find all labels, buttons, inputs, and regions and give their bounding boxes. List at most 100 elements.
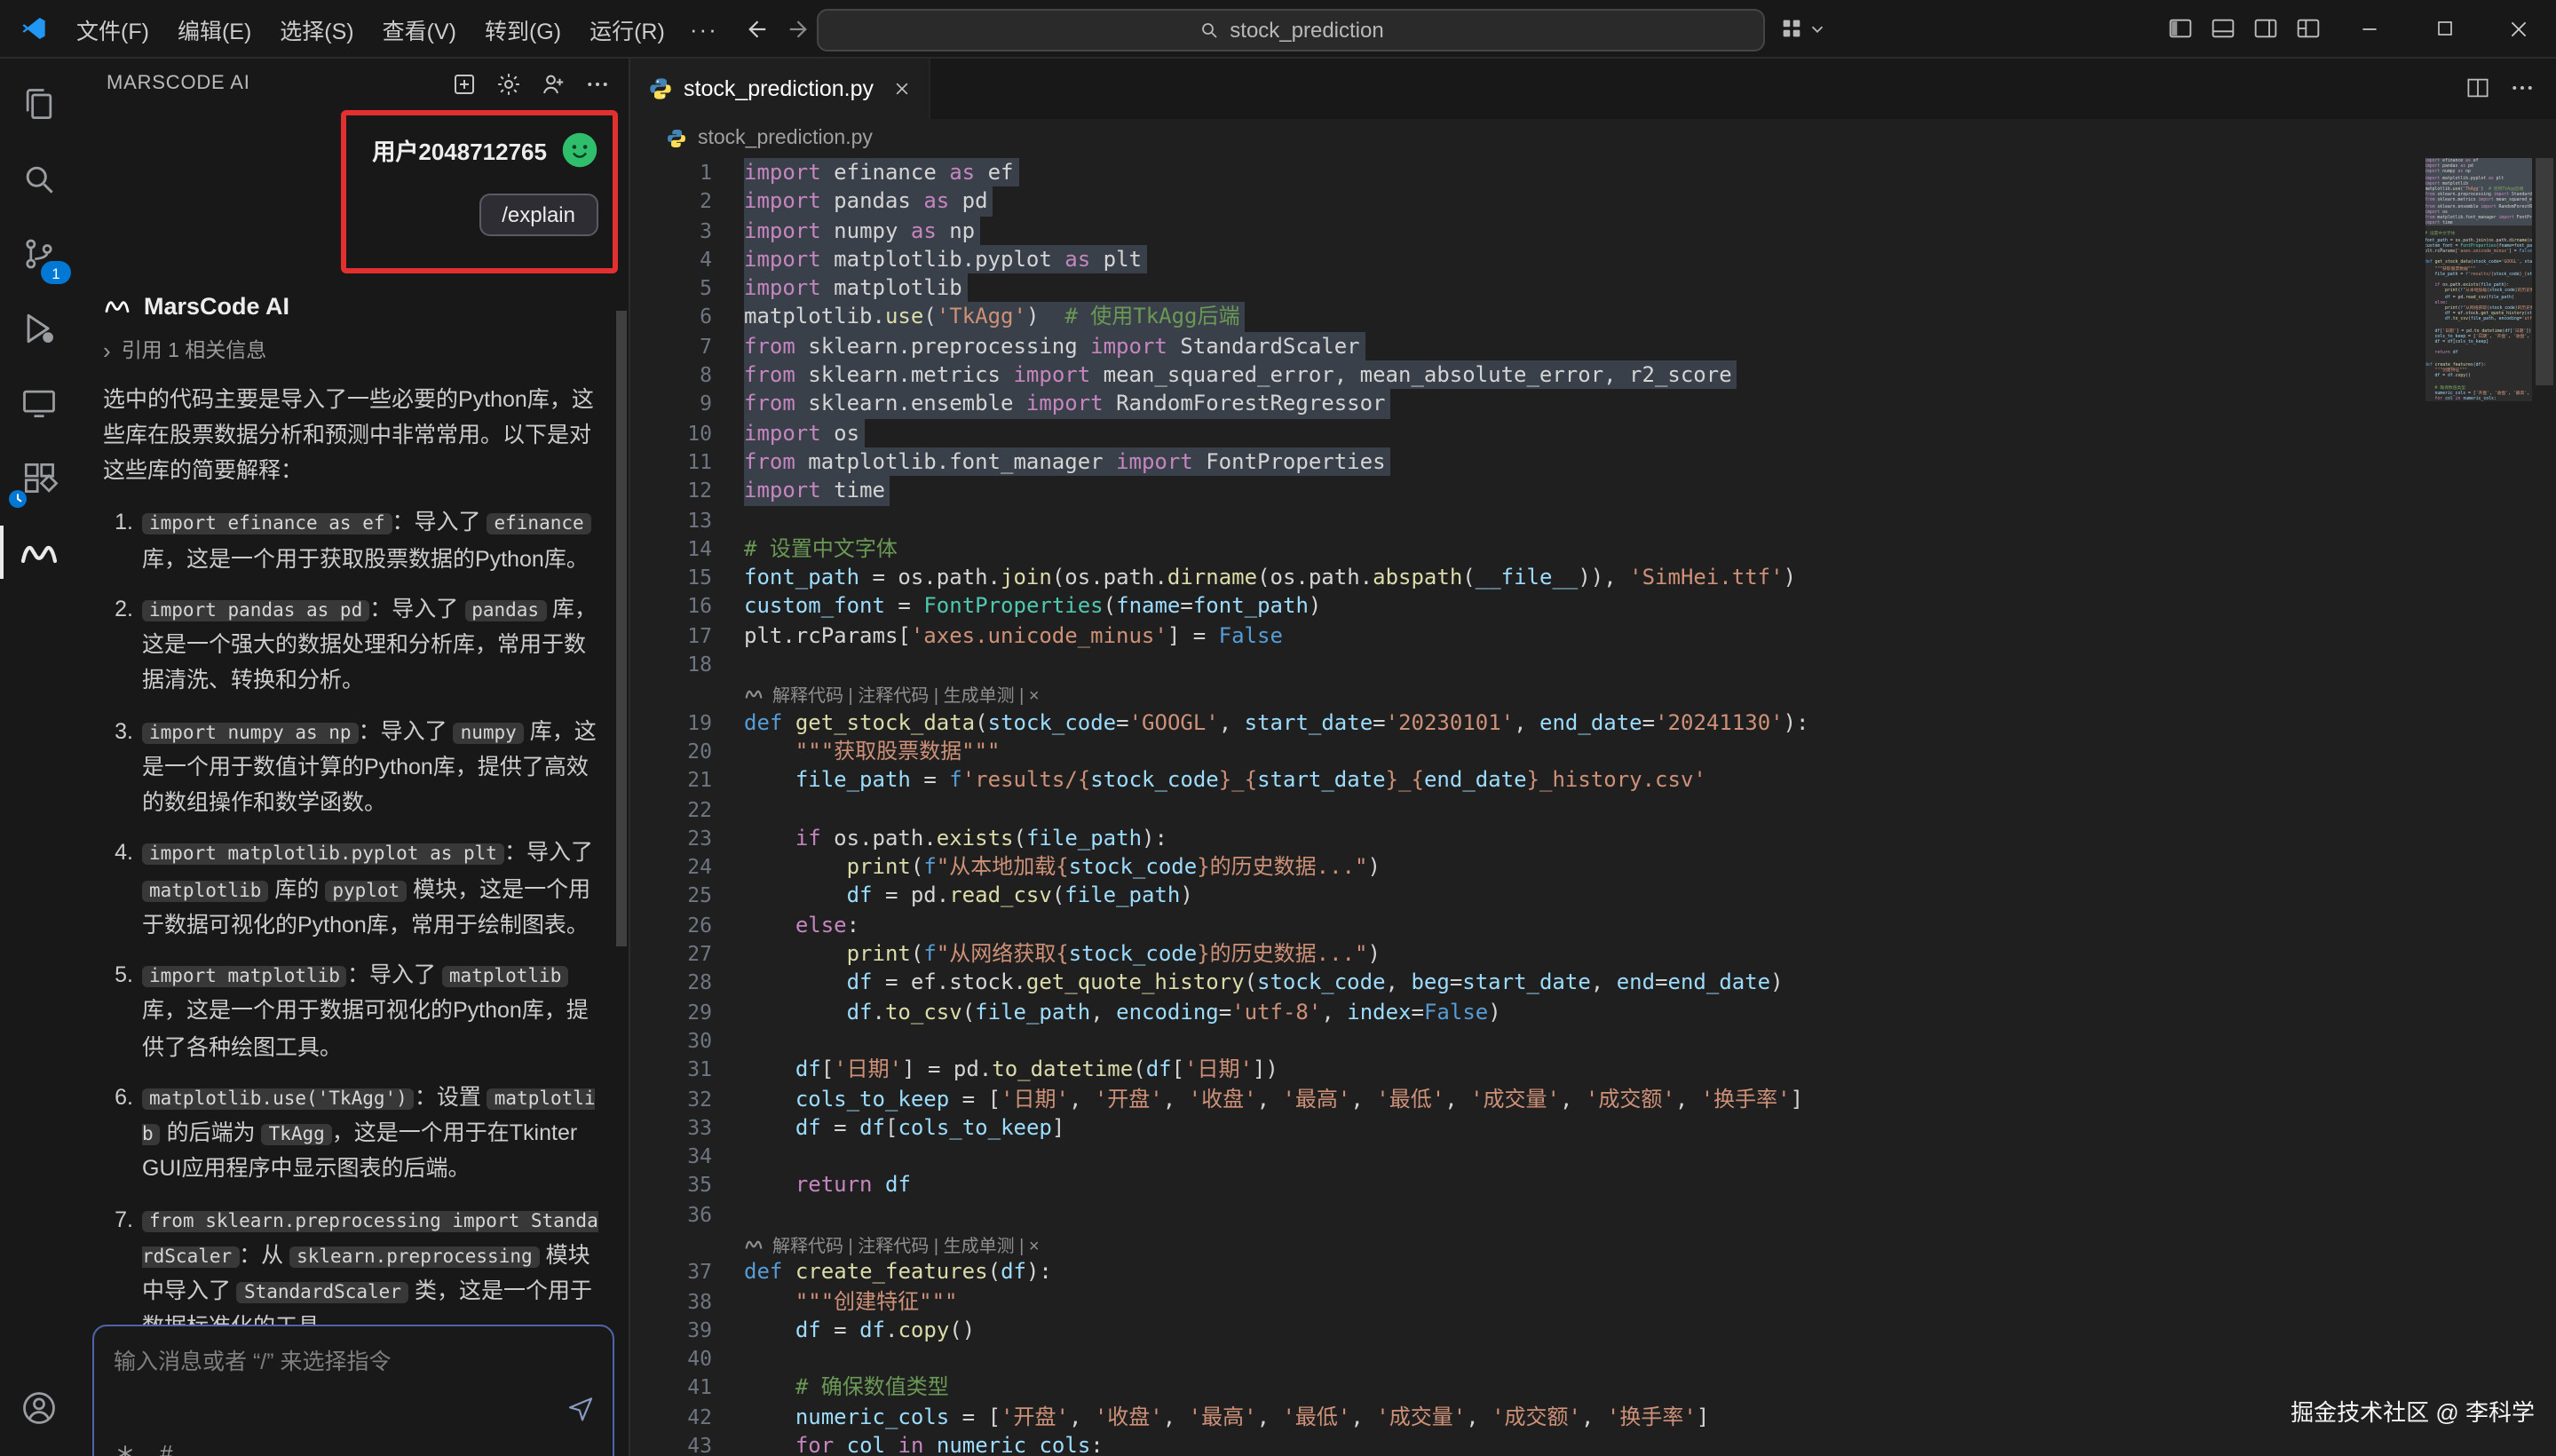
item-number: 6.: [103, 1080, 133, 1188]
tab-label: stock_prediction.py: [684, 76, 874, 101]
activity-extensions-icon[interactable]: [0, 440, 78, 515]
line-number: 7: [630, 332, 744, 361]
window-controls: [2332, 0, 2556, 57]
line-number: 13: [630, 505, 744, 534]
new-chat-icon[interactable]: [451, 70, 478, 97]
item-number: 3.: [103, 713, 133, 821]
codelens-actions[interactable]: 解释代码 | 注释代码 | 生成单测 | ×: [630, 679, 2396, 708]
code-line: 27 print(f"从网络获取{stock_code}的历史数据..."): [630, 939, 2396, 969]
panel-heading: MarsCode AI: [103, 291, 604, 320]
invite-user-icon[interactable]: [540, 70, 566, 97]
line-number: 32: [630, 1084, 744, 1113]
chat-input-tools: #: [114, 1440, 172, 1456]
close-button[interactable]: [2481, 0, 2556, 57]
more-actions-icon[interactable]: [584, 70, 611, 97]
code-line: 23 if os.path.exists(file_path):: [630, 824, 2396, 853]
menu-item-1[interactable]: 编辑(E): [163, 6, 265, 51]
more-editor-actions-icon[interactable]: [2508, 75, 2535, 101]
scrollbar-thumb[interactable]: [2535, 158, 2552, 385]
activity-remote-explorer-icon[interactable]: [0, 366, 78, 440]
line-number: 35: [630, 1171, 744, 1200]
code-line: 38 """创建特征""": [630, 1286, 2396, 1316]
code-line: 41 # 确保数值类型: [630, 1373, 2396, 1403]
explanation-item: 7.from sklearn.preprocessing import Stan…: [103, 1201, 604, 1345]
code-line: 5import matplotlib: [630, 273, 2396, 303]
line-number: 29: [630, 997, 744, 1026]
profile-grid-icon: [1779, 16, 1804, 41]
line-number: 22: [630, 795, 744, 824]
chat-input-placeholder: 输入消息或者 “/” 来选择指令: [94, 1326, 613, 1376]
menu-item-4[interactable]: 转到(G): [471, 6, 575, 51]
line-number: 24: [630, 852, 744, 882]
minimap-slider[interactable]: [2425, 158, 2531, 401]
codelens-actions[interactable]: 解释代码 | 注释代码 | 生成单测 | ×: [630, 1229, 2396, 1258]
reference-toggle[interactable]: › 引用 1 相关信息: [103, 336, 604, 364]
toggle-panel-icon[interactable]: [2208, 14, 2236, 43]
menu-item-3[interactable]: 查看(V): [368, 6, 471, 51]
tab-stock-prediction[interactable]: stock_prediction.py: [630, 57, 930, 119]
annotation-highlight: 用户2048712765 /explain: [341, 110, 618, 273]
code-line: 43 for col in numeric_cols:: [630, 1431, 2396, 1456]
search-box[interactable]: stock_prediction: [817, 9, 1765, 51]
chat-input-box[interactable]: 输入消息或者 “/” 来选择指令 #: [92, 1325, 614, 1456]
tab-close-icon[interactable]: [893, 80, 911, 98]
menu-bar: 文件(F)编辑(E)选择(S)查看(V)转到(G)运行(R): [62, 6, 679, 51]
search-value: stock_prediction: [1230, 18, 1383, 43]
breadcrumb[interactable]: stock_prediction.py: [630, 119, 2556, 158]
sidebar-scrollbar[interactable]: [616, 311, 627, 946]
forward-icon[interactable]: [787, 15, 813, 42]
code-line: 11from matplotlib.font_manager import Fo…: [630, 447, 2396, 477]
line-number: 33: [630, 1113, 744, 1143]
code-line: 19def get_stock_data(stock_code='GOOGL',…: [630, 708, 2396, 737]
minimize-button[interactable]: [2332, 0, 2407, 57]
marscode-logo-icon: [103, 291, 131, 320]
line-number: 41: [630, 1373, 744, 1403]
toggle-sidebar-left-icon[interactable]: [2165, 14, 2194, 43]
editor-scrollbar[interactable]: [2531, 158, 2556, 1456]
explanation-list: 1.import efinance as ef：导入了 efinance 库，这…: [103, 505, 604, 1456]
activity-search-icon[interactable]: [0, 142, 78, 217]
activity-run-debug-icon[interactable]: [0, 291, 78, 366]
context-hash-icon[interactable]: #: [160, 1440, 172, 1456]
line-number: 43: [630, 1431, 744, 1456]
profile-menu-button[interactable]: [1779, 9, 1827, 48]
code-line: 37def create_features(df):: [630, 1258, 2396, 1287]
chevron-down-icon: [1808, 19, 1827, 38]
code-line: 10import os: [630, 418, 2396, 447]
code-line: 29 df.to_csv(file_path, encoding='utf-8'…: [630, 997, 2396, 1026]
minimap[interactable]: import efinance as efimport pandas as pd…: [2425, 158, 2531, 401]
ai-response-panel: MarsCode AI › 引用 1 相关信息 选中的代码主要是导入了一些必要的…: [78, 291, 629, 1456]
explanation-item: 2.import pandas as pd：导入了 pandas 库，这是一个强…: [103, 591, 604, 700]
line-number: 4: [630, 245, 744, 274]
sidebar-marscode: MARSCODE AI 用户2048712765 /explain: [78, 57, 630, 1456]
line-number: 36: [630, 1199, 744, 1229]
back-icon[interactable]: [742, 15, 769, 42]
line-number: 17: [630, 621, 744, 651]
code-editor[interactable]: 1import efinance as ef2import pandas as …: [630, 158, 2556, 1456]
code-line: 14# 设置中文字体: [630, 534, 2396, 564]
code-line: 35 return df: [630, 1171, 2396, 1200]
explain-command-chip[interactable]: /explain: [479, 194, 598, 236]
customize-layout-icon[interactable]: [2293, 14, 2322, 43]
activity-source-control-icon[interactable]: 1: [0, 217, 78, 291]
menu-item-5[interactable]: 运行(R): [575, 6, 679, 51]
line-number: 1: [630, 158, 744, 187]
activity-marscode-ai-icon[interactable]: [0, 515, 78, 590]
line-number: 42: [630, 1403, 744, 1432]
line-number: 27: [630, 939, 744, 969]
activity-explorer-icon[interactable]: [0, 67, 78, 142]
maximize-button[interactable]: [2407, 0, 2481, 57]
send-icon[interactable]: [566, 1394, 595, 1422]
python-icon: [666, 128, 687, 149]
title-bar: 文件(F)编辑(E)选择(S)查看(V)转到(G)运行(R) ··· stock…: [0, 0, 2556, 59]
menu-item-0[interactable]: 文件(F): [62, 6, 163, 51]
menu-overflow-icon[interactable]: ···: [679, 15, 729, 42]
split-editor-icon[interactable]: [2464, 75, 2490, 101]
menu-item-2[interactable]: 选择(S): [265, 6, 368, 51]
toggle-sidebar-right-icon[interactable]: [2251, 14, 2279, 43]
line-number: 28: [630, 969, 744, 998]
skills-icon[interactable]: [114, 1442, 137, 1456]
activity-account-icon[interactable]: [0, 1371, 78, 1445]
settings-icon[interactable]: [495, 70, 522, 97]
watermark: 掘金技术社区 @ 李科学: [2291, 1394, 2535, 1428]
